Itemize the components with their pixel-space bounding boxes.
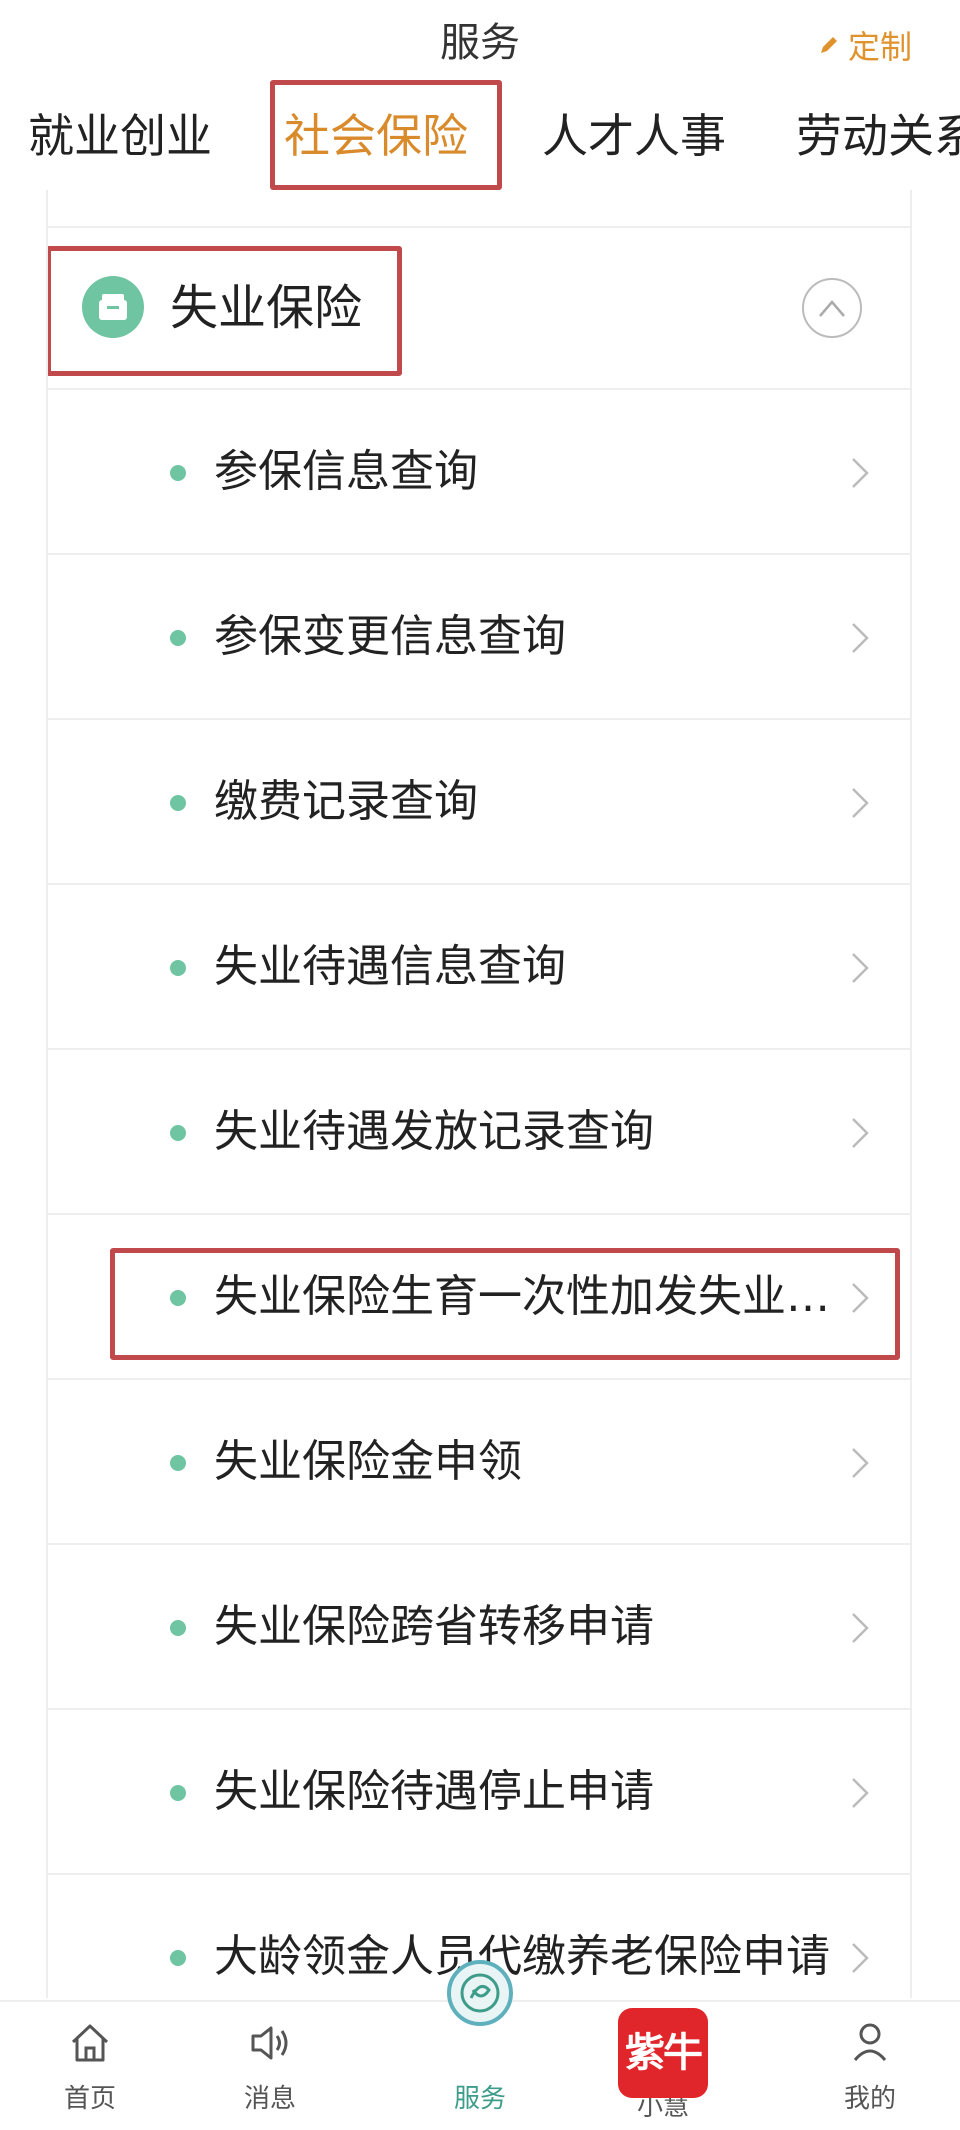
page-title: 服务 bbox=[440, 20, 520, 66]
list-item[interactable]: 失业保险金申领 bbox=[48, 1380, 910, 1545]
tab-social-insurance[interactable]: 社会保险 bbox=[284, 108, 468, 164]
list-item[interactable]: 失业保险生育一次性加发失业保险金申领 bbox=[48, 1215, 910, 1380]
brand-logo-icon[interactable]: 紫牛 bbox=[618, 2008, 708, 2098]
chevron-right-icon bbox=[852, 1448, 869, 1478]
nav-label: 首页 bbox=[63, 2084, 116, 2114]
nav-messages[interactable]: 消息 bbox=[180, 2002, 360, 2130]
nav-mine[interactable]: 我的 bbox=[780, 2002, 960, 2130]
section-title: 失业保险 bbox=[170, 280, 363, 336]
list-item-label: 失业待遇发放记录查询 bbox=[214, 1106, 654, 1157]
bullet-dot bbox=[170, 630, 186, 646]
category-tabs: 就业创业 社会保险 人才人事 劳动关系 bbox=[0, 80, 960, 190]
bullet-dot bbox=[170, 1785, 186, 1801]
chevron-up-icon bbox=[819, 300, 845, 317]
chevron-right-icon bbox=[852, 953, 869, 983]
nav-home[interactable]: 首页 bbox=[0, 2002, 180, 2130]
list-item-label: 大龄领金人员代缴养老保险申请 bbox=[214, 1931, 830, 1982]
nav-label: 消息 bbox=[243, 2084, 296, 2114]
chevron-right-icon bbox=[852, 788, 869, 818]
collapse-button[interactable] bbox=[802, 278, 862, 338]
home-icon bbox=[71, 2024, 109, 2062]
customize-label: 定制 bbox=[847, 28, 912, 66]
list-item[interactable]: 失业待遇发放记录查询 bbox=[48, 1050, 910, 1215]
brand-logo-text: 紫牛 bbox=[625, 2030, 703, 2076]
bullet-dot bbox=[170, 795, 186, 811]
list-item-label: 参保信息查询 bbox=[214, 446, 478, 497]
tab-labor-relations[interactable]: 劳动关系 bbox=[796, 108, 960, 164]
list-item[interactable]: 参保变更信息查询 bbox=[48, 555, 910, 720]
chevron-right-icon bbox=[852, 1778, 869, 1808]
tab-talent-personnel[interactable]: 人才人事 bbox=[542, 108, 726, 164]
top-header: 服务 定制 bbox=[0, 0, 960, 80]
bullet-dot bbox=[170, 1290, 186, 1306]
section-icon-bg bbox=[82, 276, 144, 338]
list-item[interactable]: 缴费记录查询 bbox=[48, 720, 910, 885]
list-item-label: 失业保险生育一次性加发失业保险金申领 bbox=[214, 1271, 834, 1322]
list-item[interactable]: 失业待遇信息查询 bbox=[48, 885, 910, 1050]
list-item-label: 参保变更信息查询 bbox=[214, 611, 566, 662]
pencil-icon bbox=[820, 37, 837, 53]
bullet-dot bbox=[170, 1950, 186, 1966]
service-logo-icon[interactable] bbox=[447, 1960, 513, 2026]
chevron-right-icon bbox=[852, 623, 869, 653]
list-item-label: 缴费记录查询 bbox=[214, 776, 478, 827]
section-header-unemployment-insurance[interactable]: 失业保险 bbox=[48, 228, 910, 390]
chevron-right-icon bbox=[852, 1118, 869, 1148]
service-list: 失业保险 参保信息查询 参保变更信息查询 缴费记录查询 失业待遇信息查询 失业待… bbox=[46, 190, 912, 1998]
service-logo-mark bbox=[460, 1973, 500, 2013]
list-item-label: 失业待遇信息查询 bbox=[214, 941, 566, 992]
service-page: 服务 定制 就业创业 社会保险 人才人事 劳动关系 失业保险 参保信息查询 参保… bbox=[0, 0, 960, 2130]
list-item[interactable]: 参保信息查询 bbox=[48, 390, 910, 555]
list-item-label: 失业保险待遇停止申请 bbox=[214, 1766, 654, 1817]
chevron-right-icon bbox=[852, 458, 869, 488]
user-icon bbox=[853, 2023, 887, 2061]
bullet-dot bbox=[170, 960, 186, 976]
list-item[interactable]: 失业保险待遇停止申请 bbox=[48, 1710, 910, 1875]
bullet-dot bbox=[170, 1455, 186, 1471]
folder-icon bbox=[99, 294, 127, 320]
tab-employment[interactable]: 就业创业 bbox=[28, 108, 212, 164]
bullet-dot bbox=[170, 1125, 186, 1141]
chevron-right-icon bbox=[852, 1613, 869, 1643]
chevron-right-icon bbox=[852, 1283, 869, 1313]
bullet-dot bbox=[170, 465, 186, 481]
bullet-dot bbox=[170, 1620, 186, 1636]
list-item-label: 失业保险跨省转移申请 bbox=[214, 1601, 654, 1652]
nav-label: 我的 bbox=[843, 2084, 896, 2114]
chevron-right-icon bbox=[852, 1943, 869, 1973]
list-item-label: 失业保险金申领 bbox=[214, 1436, 522, 1487]
list-item[interactable]: 失业保险跨省转移申请 bbox=[48, 1545, 910, 1710]
customize-button[interactable]: 定制 bbox=[818, 20, 912, 70]
speaker-icon bbox=[251, 2026, 288, 2060]
nav-label: 服务 bbox=[453, 2084, 506, 2114]
